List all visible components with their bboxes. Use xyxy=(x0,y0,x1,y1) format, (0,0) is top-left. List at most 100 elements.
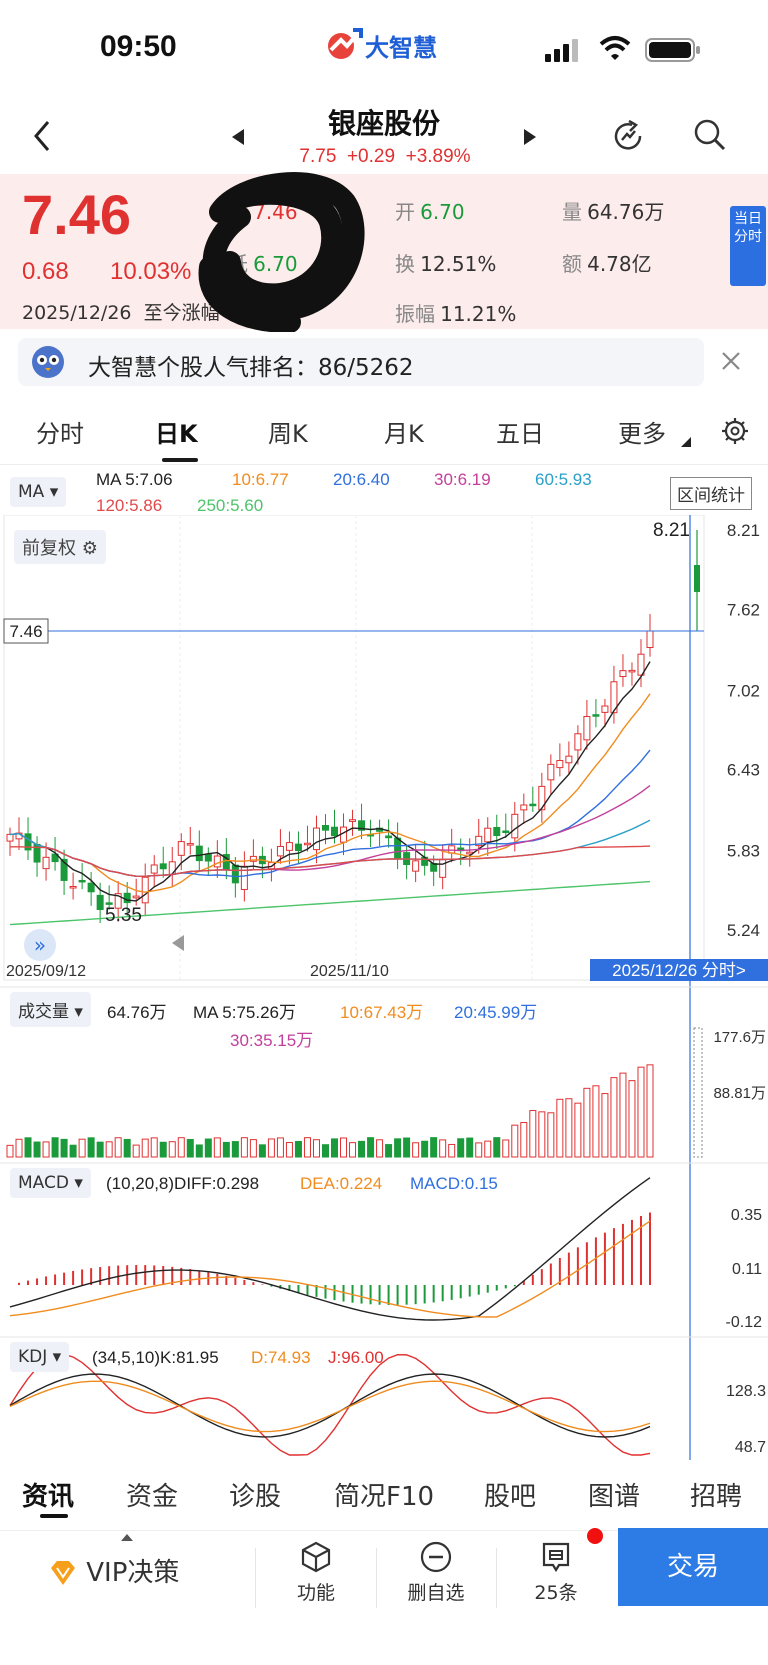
tab-daily-k[interactable]: 日K xyxy=(155,414,198,449)
volume-bar xyxy=(394,1138,402,1158)
volume-bar xyxy=(601,1093,609,1158)
stock-name: 银座股份 xyxy=(327,107,440,140)
volume-bar xyxy=(240,1137,248,1158)
volume-selector[interactable]: 成交量 ▾ xyxy=(10,992,91,1027)
adjust-button[interactable]: 前复权 ⚙ xyxy=(14,530,106,564)
range-stats-button[interactable]: 区间统计 xyxy=(670,477,752,510)
volume-bar xyxy=(150,1137,158,1158)
macd-macd: MACD:0.15 xyxy=(410,1174,498,1193)
tab-jobs[interactable]: 招聘 xyxy=(690,1476,742,1513)
expand-up-icon[interactable] xyxy=(120,1532,134,1542)
volume-bar xyxy=(222,1141,230,1158)
header-price: 7.75 xyxy=(299,146,337,167)
volume-bar xyxy=(132,1144,140,1158)
tab-more[interactable]: 更多 xyxy=(618,414,666,449)
tab-graph[interactable]: 图谱 xyxy=(588,1476,640,1513)
tab-weekly-k[interactable]: 周K xyxy=(268,414,308,449)
last-price-label: 7.46 xyxy=(9,622,42,641)
kdj-j-line xyxy=(9,1353,651,1456)
volume-bar xyxy=(267,1138,275,1158)
amount-label: 额 xyxy=(562,252,582,276)
tab-five-day[interactable]: 五日 xyxy=(496,414,544,449)
vip-decision-button[interactable]: VIP决策 xyxy=(48,1552,179,1589)
volume-bar xyxy=(376,1139,384,1158)
volume-bar xyxy=(340,1137,348,1158)
vol-ma10-legend: 10:67.43万 xyxy=(340,1003,424,1022)
prev-stock-icon[interactable] xyxy=(230,127,246,147)
candle-body xyxy=(294,843,302,852)
header-quote: 7.75 +0.29 +3.89% xyxy=(270,146,500,168)
messages-button[interactable]: 25条 xyxy=(506,1540,606,1605)
candle-body xyxy=(565,755,573,764)
back-arrow-icon[interactable] xyxy=(28,118,58,154)
volume-bar xyxy=(439,1139,447,1158)
ma30-legend: 30:6.19 xyxy=(434,470,491,489)
tab-news[interactable]: 资讯 xyxy=(22,1476,74,1513)
volume-bar xyxy=(466,1137,474,1158)
current-price: 7.46 xyxy=(22,183,131,246)
ma-selector[interactable]: MA ▾ xyxy=(10,477,67,507)
tab-intraday[interactable]: 分时 xyxy=(36,414,84,449)
candle-body xyxy=(303,842,311,846)
candle-body xyxy=(529,803,537,807)
ma250-legend: 250:5.60 xyxy=(197,496,264,515)
candle-body xyxy=(646,630,654,648)
candle-body xyxy=(619,670,627,678)
volume-bar xyxy=(574,1102,582,1158)
volume-bar xyxy=(592,1085,600,1158)
diff-line xyxy=(9,1177,651,1321)
trade-button[interactable]: 交易 xyxy=(618,1528,768,1606)
tabs-divider xyxy=(0,464,768,465)
header-change: +0.29 xyxy=(346,146,396,167)
volume-tick-label: 88.81万 xyxy=(713,1085,766,1102)
kdj-params: (34,5,10)K:81.95 xyxy=(92,1348,219,1367)
volume-bar xyxy=(358,1140,366,1158)
intraday-side-tab[interactable]: 当日分时 xyxy=(730,206,766,286)
tab-active-underline xyxy=(162,458,198,462)
kline-chart[interactable]: 8.21 7.62 7.02 6.43 5.83 5.24 7.46 8.21 5.35 2025… xyxy=(0,515,768,1460)
refresh-icon[interactable] xyxy=(610,118,646,154)
volume-bar xyxy=(312,1139,320,1158)
status-time: 09:50 xyxy=(100,30,177,63)
volume-bar xyxy=(385,1144,393,1158)
gear-icon[interactable] xyxy=(720,416,750,446)
intraday-link-label: 2025/12/26 分时> xyxy=(612,961,746,980)
volume-bar xyxy=(321,1144,329,1158)
function-button[interactable]: 功能 xyxy=(266,1540,366,1605)
price-change: 0.68 xyxy=(22,258,69,285)
volume-bar xyxy=(33,1141,41,1158)
tab-capital[interactable]: 资金 xyxy=(126,1476,178,1513)
separator xyxy=(376,1548,377,1608)
close-icon[interactable] xyxy=(720,350,742,372)
vip-diamond-icon xyxy=(51,1561,75,1585)
kdj-tick-label: 48.7 xyxy=(735,1439,766,1456)
kdj-selector[interactable]: KDJ ▾ xyxy=(10,1342,70,1372)
volume-bar xyxy=(105,1141,113,1158)
volume-bar xyxy=(141,1138,149,1158)
search-icon[interactable] xyxy=(693,118,727,152)
tab-monthly-k[interactable]: 月K xyxy=(384,414,424,449)
volume-bar xyxy=(412,1142,420,1158)
candle-body xyxy=(177,841,185,856)
volume-bar xyxy=(6,1144,14,1158)
tab-diagnosis[interactable]: 诊股 xyxy=(229,1476,281,1513)
tab-forum[interactable]: 股吧 xyxy=(484,1476,536,1513)
volume-bar xyxy=(637,1066,645,1158)
volume-field: 量 64.76万 xyxy=(562,196,664,225)
remove-watchlist-button[interactable]: 删自选 xyxy=(386,1540,486,1605)
candle-body-today xyxy=(694,565,700,592)
more-caret-icon xyxy=(681,437,691,447)
volume-bar xyxy=(24,1137,32,1158)
next-stock-icon[interactable] xyxy=(522,127,538,147)
candle-body xyxy=(168,861,176,875)
candle-body xyxy=(349,819,357,822)
volume-bar xyxy=(565,1098,573,1158)
candle-body xyxy=(6,833,14,842)
ma120-line xyxy=(10,845,651,878)
macd-dea: DEA:0.224 xyxy=(300,1174,383,1193)
tab-f10[interactable]: 简况F10 xyxy=(334,1476,434,1513)
turnover-label: 换 xyxy=(395,252,415,276)
logo-text: 大智慧 xyxy=(365,34,437,62)
macd-selector[interactable]: MACD ▾ xyxy=(10,1168,91,1198)
volume-bar xyxy=(294,1140,302,1158)
